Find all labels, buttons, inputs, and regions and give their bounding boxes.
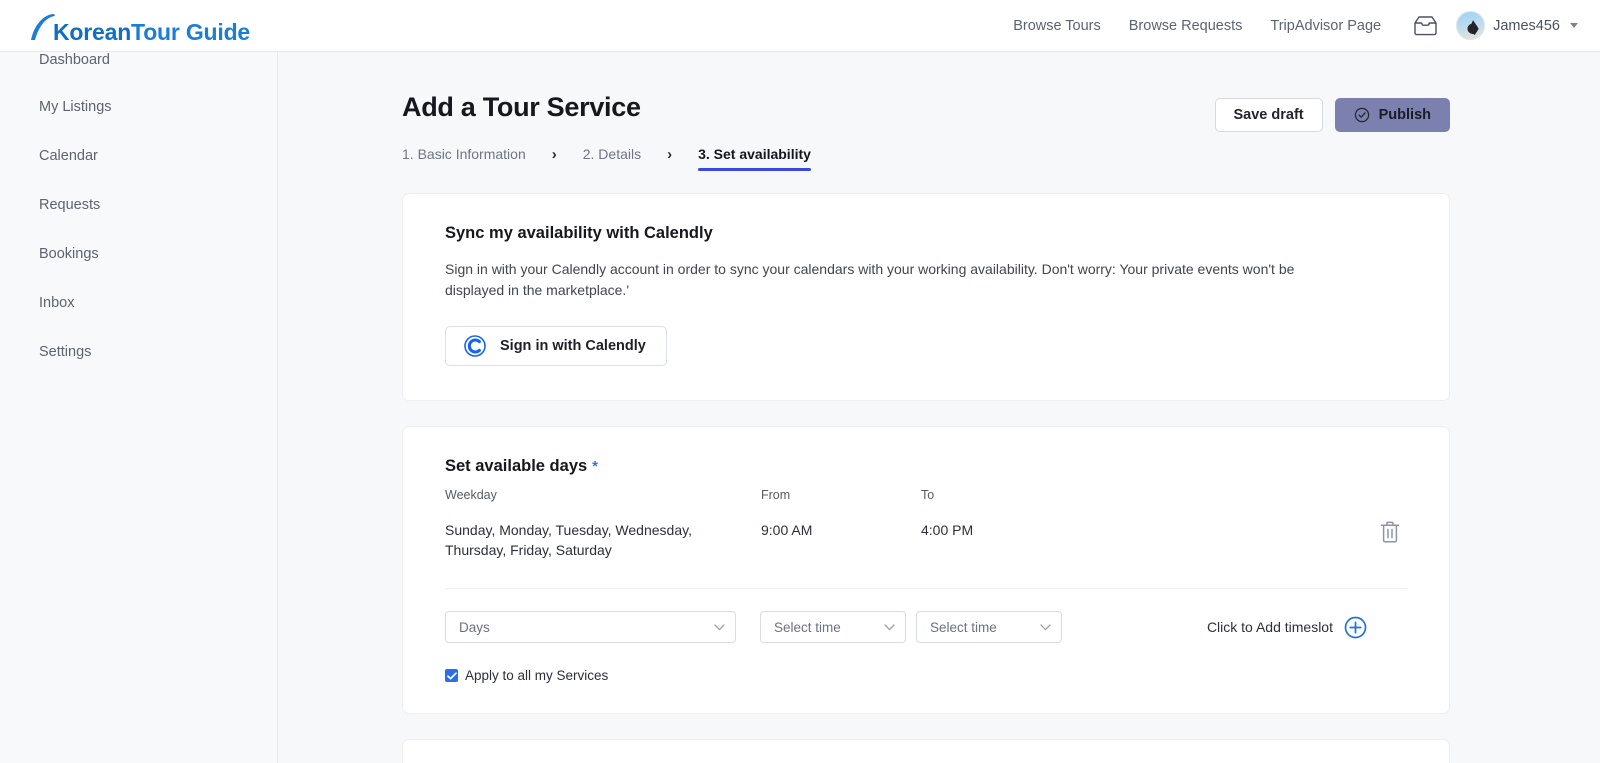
brand-logo[interactable]: KoreanTour Guide — [30, 9, 250, 43]
check-circle-icon — [1354, 107, 1369, 123]
from-time-select-value: Select time — [774, 619, 841, 635]
set-available-days-card: Set available days * Weekday From To Sund… — [402, 426, 1450, 714]
days-select-value: Days — [459, 619, 490, 635]
table-row: Sunday, Monday, Tuesday, Wednesday, Thur… — [445, 520, 1407, 560]
save-draft-label: Save draft — [1233, 107, 1304, 123]
top-nav-links: Browse Tours Browse Requests TripAdvisor… — [999, 11, 1600, 40]
column-header-to: To — [921, 488, 935, 502]
plus-circle-icon — [1344, 616, 1367, 638]
trash-icon — [1380, 521, 1400, 543]
row-from-value: 9:00 AM — [761, 522, 813, 538]
step-basic-information[interactable]: 1. Basic Information — [402, 146, 526, 171]
calendly-button-label: Sign in with Calendly — [500, 338, 646, 354]
apply-all-label[interactable]: Apply to all my Services — [465, 668, 608, 683]
top-navigation-bar: KoreanTour Guide Browse Tours Browse Req… — [0, 0, 1600, 52]
sidebar-item-label: My Listings — [39, 98, 112, 115]
avatar — [1456, 11, 1486, 40]
calendly-card-description: Sign in with your Calendly account in or… — [445, 261, 1295, 298]
apply-to-all-services-row: Apply to all my Services — [445, 668, 1407, 683]
logo-text-part1: Korean — [53, 18, 132, 45]
step-set-availability[interactable]: 3. Set availability — [698, 146, 811, 171]
save-draft-button[interactable]: Save draft — [1214, 98, 1323, 132]
add-timeslot-button[interactable]: Click to Add timeslot — [1207, 616, 1407, 639]
nav-browse-tours[interactable]: Browse Tours — [999, 18, 1115, 34]
available-days-title: Set available days * — [445, 457, 1407, 476]
user-name: James456 — [1493, 17, 1560, 34]
app-root: KoreanTour Guide Browse Tours Browse Req… — [0, 0, 1600, 763]
sidebar-item-label: Bookings — [39, 245, 99, 262]
logo-text-part2: Tour — [131, 18, 180, 45]
delete-timeslot-button[interactable] — [1379, 520, 1407, 549]
sidebar-item-requests[interactable]: Requests — [0, 180, 277, 229]
page-header: Add a Tour Service Save draft Publish — [278, 52, 1600, 132]
chevron-down-icon — [702, 623, 725, 631]
sidebar-item-my-listings[interactable]: My Listings — [0, 82, 277, 131]
from-time-select[interactable]: Select time — [760, 611, 906, 643]
availability-table-header: Weekday From To — [445, 488, 1407, 502]
step-separator-icon: › — [667, 146, 673, 163]
logo-text: KoreanTour Guide — [53, 18, 251, 45]
chevron-down-icon[interactable] — [1570, 23, 1578, 28]
sidebar-item-label: Settings — [39, 343, 92, 360]
chevron-down-icon — [872, 623, 895, 631]
row-divider — [445, 588, 1407, 589]
page-title: Add a Tour Service — [402, 92, 641, 122]
inbox-icon[interactable] — [1395, 15, 1450, 36]
column-header-from: From — [761, 488, 791, 502]
calendly-card-title: Sync my availability with Calendly — [445, 224, 713, 242]
step-separator-icon: › — [551, 146, 557, 163]
timeslot-controls: Days Select time Select time Click to Ad… — [445, 611, 1407, 643]
sign-in-with-calendly-button[interactable]: Sign in with Calendly — [445, 326, 667, 366]
calendly-sync-card: Sync my availability with Calendly Sign … — [402, 193, 1450, 401]
required-marker: * — [592, 458, 599, 475]
user-menu[interactable]: James456 — [1450, 11, 1578, 40]
set-unavailable-days-card: Set unavailable days — [402, 739, 1450, 763]
step-details[interactable]: 2. Details — [583, 146, 641, 171]
logo-text-part3: Guide — [185, 18, 251, 45]
chevron-down-icon — [1028, 623, 1051, 631]
breadcrumb: 1. Basic Information › 2. Details › 3. S… — [278, 132, 1600, 171]
sidebar-item-bookings[interactable]: Bookings — [0, 229, 277, 278]
page-actions: Save draft Publish — [1214, 92, 1450, 132]
nav-browse-requests[interactable]: Browse Requests — [1115, 18, 1257, 34]
available-days-title-text: Set available days — [445, 457, 588, 475]
publish-label: Publish — [1378, 107, 1431, 123]
sidebar-item-label: Requests — [39, 196, 101, 213]
publish-button[interactable]: Publish — [1334, 98, 1450, 132]
sidebar: Dashboard My Listings Calendar Requests … — [0, 52, 278, 763]
sidebar-item-label: Inbox — [39, 294, 75, 311]
main-content: Add a Tour Service Save draft Publish 1.… — [278, 52, 1600, 763]
to-time-select[interactable]: Select time — [916, 611, 1062, 643]
apply-all-checkbox[interactable] — [445, 669, 458, 682]
add-timeslot-label: Click to Add timeslot — [1206, 619, 1333, 635]
sidebar-item-inbox[interactable]: Inbox — [0, 278, 277, 327]
row-to-value: 4:00 PM — [921, 522, 974, 538]
to-time-select-value: Select time — [930, 619, 997, 635]
nav-tripadvisor-page[interactable]: TripAdvisor Page — [1256, 18, 1395, 34]
sidebar-item-calendar[interactable]: Calendar — [0, 131, 277, 180]
row-weekday-value: Sunday, Monday, Tuesday, Wednesday, Thur… — [445, 522, 692, 558]
days-select[interactable]: Days — [445, 611, 736, 643]
calendly-logo-icon — [464, 335, 486, 357]
sidebar-item-label: Dashboard — [39, 52, 110, 68]
sidebar-item-dashboard[interactable]: Dashboard — [0, 52, 277, 82]
column-header-weekday: Weekday — [445, 488, 497, 502]
sidebar-item-label: Calendar — [39, 147, 98, 164]
sidebar-item-settings[interactable]: Settings — [0, 327, 277, 376]
